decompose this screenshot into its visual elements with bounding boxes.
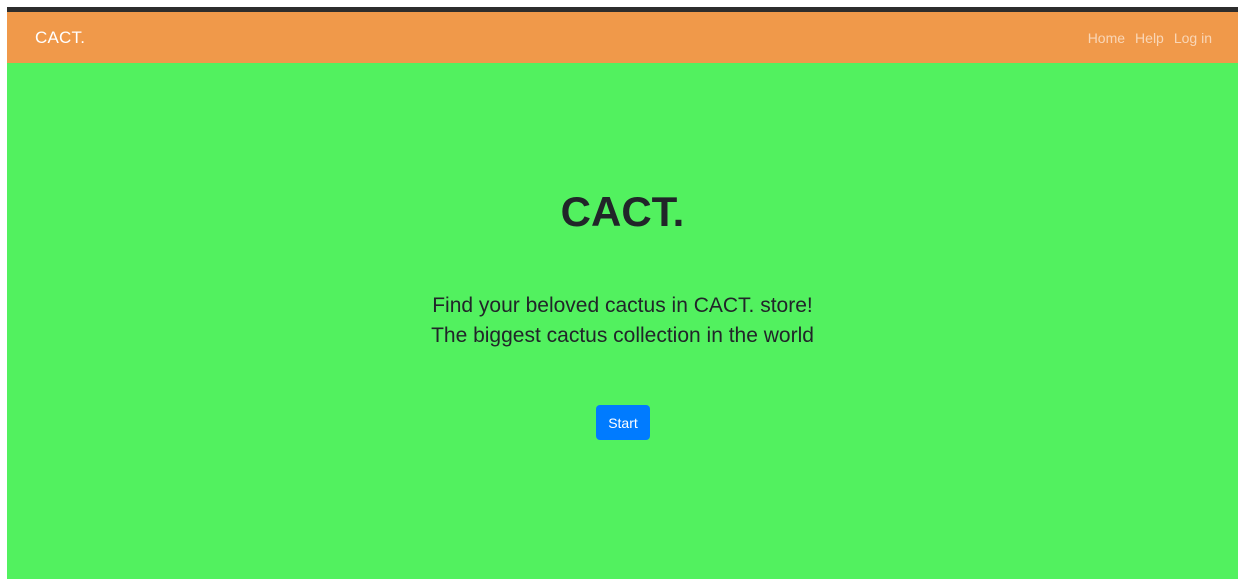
hero-tagline-line-1: Find your beloved cactus in CACT. store! [432, 294, 813, 317]
brand-link[interactable]: CACT. [35, 28, 85, 48]
nav-link-login[interactable]: Log in [1174, 30, 1212, 46]
nav-link-home[interactable]: Home [1088, 30, 1125, 46]
hero-tagline-line-2: The biggest cactus collection in the wor… [431, 324, 814, 347]
hero-title: CACT. [560, 188, 685, 235]
start-button[interactable]: Start [596, 405, 650, 440]
hero-section: CACT. Find your beloved cactus in CACT. … [7, 63, 1238, 579]
navbar: CACT. Home Help Log in [7, 12, 1238, 63]
nav-links: Home Help Log in [1088, 30, 1212, 46]
hero-tagline: Find your beloved cactus in CACT. store!… [7, 291, 1238, 351]
nav-link-help[interactable]: Help [1135, 30, 1164, 46]
